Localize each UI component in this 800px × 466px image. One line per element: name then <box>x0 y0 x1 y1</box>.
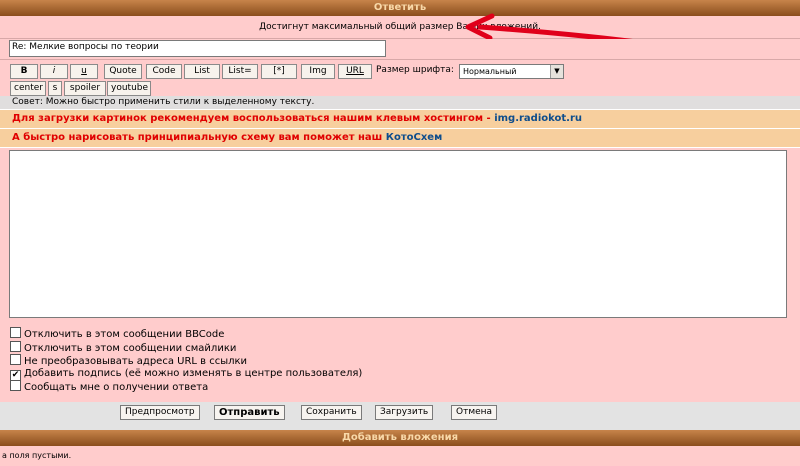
option-notify-reply[interactable]: Сообщать мне о получении ответа <box>10 380 208 393</box>
footer-text: а поля пустыми. <box>0 446 800 466</box>
formatting-tip: Совет: Можно быстро применить стили к вы… <box>0 96 800 109</box>
image-hosting-link[interactable]: img.radiokot.ru <box>494 113 582 124</box>
font-size-label: Размер шрифта: <box>376 65 454 75</box>
list-item-button[interactable]: [*] <box>261 64 297 79</box>
underline-button[interactable]: u <box>70 64 98 79</box>
cancel-button[interactable]: Отмена <box>451 405 498 420</box>
font-size-select[interactable]: Нормальный ▼ <box>459 64 564 79</box>
center-button[interactable]: center <box>10 81 46 96</box>
img-button[interactable]: Img <box>301 64 335 79</box>
preview-button[interactable]: Предпросмотр <box>120 405 200 420</box>
option-disable-smilies[interactable]: Отключить в этом сообщении смайлики <box>10 341 236 354</box>
checkbox-disable-bbcode[interactable] <box>10 327 21 338</box>
quote-button[interactable]: Quote <box>104 64 142 79</box>
option-label: Добавить подпись (её можно изменять в це… <box>24 368 363 379</box>
list-ordered-button[interactable]: List= <box>222 64 258 79</box>
action-bar: Предпросмотр Отправить Сохранить Загрузи… <box>0 402 800 430</box>
chevron-down-icon[interactable]: ▼ <box>550 65 563 78</box>
italic-button[interactable]: i <box>40 64 68 79</box>
load-button[interactable]: Загрузить <box>375 405 434 420</box>
checkbox-notify-reply[interactable] <box>10 380 21 391</box>
schematic-promo-text: А быстро нарисовать принципиальную схему… <box>12 132 386 143</box>
spoiler-button[interactable]: spoiler <box>64 81 106 96</box>
option-disable-bbcode[interactable]: Отключить в этом сообщении BBCode <box>10 327 224 340</box>
option-label: Сообщать мне о получении ответа <box>24 382 209 393</box>
bold-button[interactable]: B <box>10 64 38 79</box>
subject-input[interactable]: Re: Мелкие вопросы по теории <box>9 40 386 57</box>
bbcode-toolbar: B i u Quote Code List List= [*] Img URL … <box>0 60 800 96</box>
add-attachments-header[interactable]: Добавить вложения <box>0 430 800 446</box>
kotoshem-link[interactable]: КотоСхем <box>386 132 442 143</box>
schematic-promo: А быстро нарисовать принципиальную схему… <box>0 129 800 147</box>
subject-row: Re: Мелкие вопросы по теории <box>0 39 800 60</box>
image-hosting-promo: Для загрузки картинок рекомендуем воспол… <box>0 110 800 128</box>
youtube-button[interactable]: youtube <box>107 81 151 96</box>
option-label: Отключить в этом сообщении BBCode <box>24 329 225 340</box>
font-size-value: Нормальный <box>463 67 517 76</box>
submit-button[interactable]: Отправить <box>214 405 285 420</box>
url-button[interactable]: URL <box>338 64 372 79</box>
option-disable-urls[interactable]: Не преобразовывать адреса URL в ссылки <box>10 354 247 367</box>
code-button[interactable]: Code <box>146 64 182 79</box>
list-button[interactable]: List <box>184 64 220 79</box>
checkbox-disable-urls[interactable] <box>10 354 21 365</box>
strike-button[interactable]: s <box>48 81 62 96</box>
option-label: Не преобразовывать адреса URL в ссылки <box>24 356 248 367</box>
option-label: Отключить в этом сообщении смайлики <box>24 343 237 354</box>
message-area-wrapper <box>0 148 800 322</box>
option-attach-signature[interactable]: ✔ Добавить подпись (её можно изменять в ц… <box>10 367 363 381</box>
post-options: Отключить в этом сообщении BBCode Отключ… <box>0 322 800 402</box>
image-hosting-promo-text: Для загрузки картинок рекомендуем воспол… <box>12 113 495 124</box>
save-button[interactable]: Сохранить <box>301 405 362 420</box>
checkbox-disable-smilies[interactable] <box>10 341 21 352</box>
message-textarea[interactable] <box>9 150 787 318</box>
